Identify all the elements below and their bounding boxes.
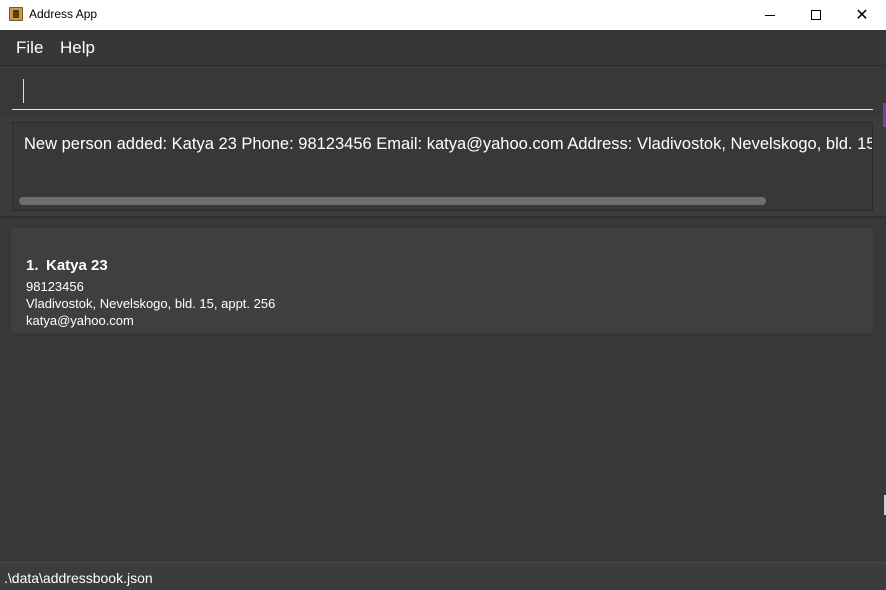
person-list: 1. Katya 23 98123456 Vladivostok, Nevels… [0,218,886,562]
close-button[interactable]: ✕ [839,0,885,30]
command-box [0,66,886,116]
person-card[interactable]: 1. Katya 23 98123456 Vladivostok, Nevels… [11,228,873,333]
minimize-button[interactable] [747,0,793,30]
person-index: 1. [26,257,39,274]
minimize-icon [765,14,775,16]
maximize-button[interactable] [793,0,839,30]
text-caret [23,79,24,103]
title-bar[interactable]: Address App ✕ [0,0,886,30]
close-icon: ✕ [855,5,869,24]
person-address: Vladivostok, Nevelskogo, bld. 15, appt. … [26,296,276,311]
result-display[interactable]: New person added: Katya 23 Phone: 981234… [12,122,873,211]
person-name: Katya 23 [46,257,108,274]
person-phone: 98123456 [26,279,84,294]
result-message: New person added: Katya 23 Phone: 981234… [24,135,873,153]
menu-bar: File Help [0,30,886,66]
menu-file[interactable]: File [16,38,43,58]
person-email: katya@yahoo.com [26,313,134,328]
data-file-path: .\data\addressbook.json [4,570,153,586]
maximize-icon [811,10,821,20]
horizontal-scrollbar[interactable] [19,197,766,205]
status-bar: .\data\addressbook.json [0,562,886,590]
command-input[interactable] [12,74,873,110]
menu-help[interactable]: Help [60,38,95,58]
window-title: Address App [29,7,98,21]
address-app-window: Address App ✕ File Help New person added… [0,0,886,590]
address-book-icon [9,7,23,21]
